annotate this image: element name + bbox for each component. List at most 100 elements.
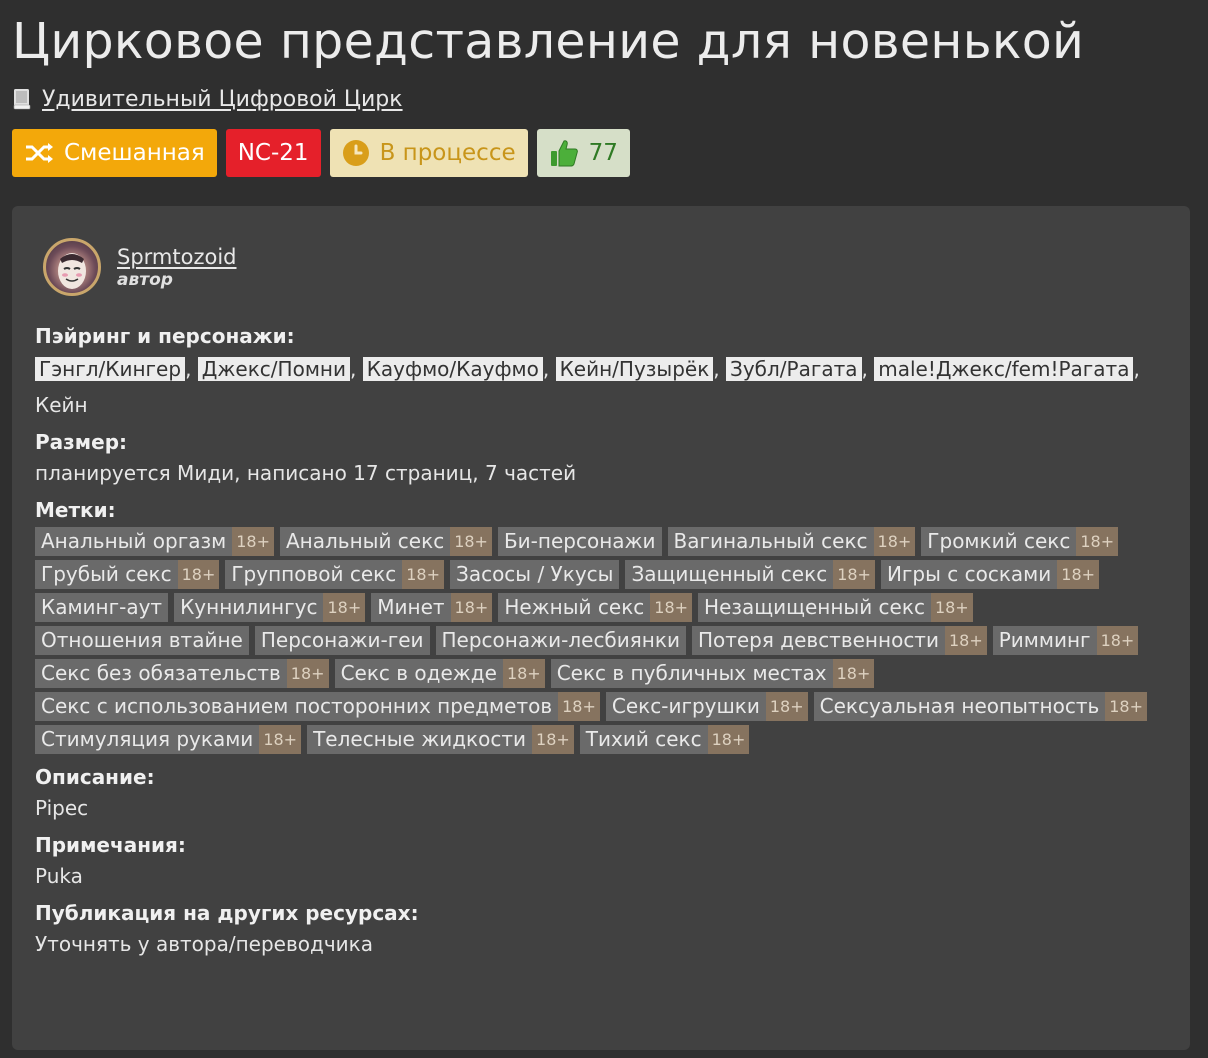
tag-name: Би-персонажи bbox=[497, 527, 662, 556]
description-heading: Описание: bbox=[35, 765, 155, 789]
tag-item[interactable]: Стимуляция руками 18+ bbox=[35, 725, 302, 754]
tags-section: Метки: Анальный оргазм 18+ Анальный секс 18… bbox=[35, 497, 1167, 754]
tag-age-badge: 18+ bbox=[450, 593, 493, 622]
tag-name: Защищенный секс bbox=[625, 560, 834, 589]
tag-name: Персонажи-геи bbox=[254, 626, 430, 655]
tag-item[interactable]: Телесные жидкости 18+ bbox=[307, 725, 574, 754]
tag-item[interactable]: Незащищенный секс 18+ bbox=[698, 593, 973, 622]
clock-icon bbox=[342, 140, 369, 166]
direction-badge[interactable]: Смешанная bbox=[12, 129, 217, 177]
tag-age-badge: 18+ bbox=[1076, 527, 1119, 556]
fanfic-info-panel: Sprmtozoid автор Пэйринг и персонажи: Гэ… bbox=[12, 206, 1190, 1050]
tags-list: Анальный оргазм 18+ Анальный секс 18+ Би-пер… bbox=[35, 527, 1167, 754]
tag-name: Анальный секс bbox=[280, 527, 451, 556]
tag-item[interactable]: Засосы / Укусы bbox=[450, 560, 620, 589]
likes-badge[interactable]: 77 bbox=[536, 129, 630, 177]
tags-heading: Метки: bbox=[35, 498, 116, 522]
tag-name: Телесные жидкости bbox=[307, 725, 533, 754]
tag-age-badge: 18+ bbox=[1105, 692, 1148, 721]
pairings-section: Пэйринг и персонажи: Гэнгл/Кингер, Джекс… bbox=[35, 323, 1167, 423]
tag-item[interactable]: Вагинальный секс 18+ bbox=[667, 527, 916, 556]
tag-name: Секс-игрушки bbox=[605, 692, 766, 721]
tag-item[interactable]: Секс в публичных местах 18+ bbox=[550, 659, 875, 688]
author-role: автор bbox=[117, 270, 173, 290]
tag-item[interactable]: Групповой секс 18+ bbox=[225, 560, 444, 589]
tag-item[interactable]: Куннилингус 18+ bbox=[174, 593, 366, 622]
pairing-link[interactable]: Зубл/Рагата bbox=[726, 357, 862, 381]
publication-section: Публикация на других ресурсах: Уточнять … bbox=[35, 900, 1167, 962]
tag-name: Секс в публичных местах bbox=[550, 659, 833, 688]
tag-age-badge: 18+ bbox=[532, 725, 574, 754]
tag-name: Игры с сосками bbox=[880, 560, 1058, 589]
tag-item[interactable]: Минет 18+ bbox=[371, 593, 493, 622]
tag-item[interactable]: Игры с сосками 18+ bbox=[880, 560, 1100, 589]
pairing-link[interactable]: Гэнгл/Кингер bbox=[35, 357, 186, 381]
tag-age-badge: 18+ bbox=[873, 527, 916, 556]
rating-badge[interactable]: NC-21 bbox=[225, 129, 321, 177]
likes-count: 77 bbox=[588, 140, 618, 166]
tag-item[interactable]: Римминг 18+ bbox=[992, 626, 1139, 655]
tag-item[interactable]: Секс в одежде 18+ bbox=[334, 659, 545, 688]
direction-label: Смешанная bbox=[64, 140, 205, 166]
tag-item[interactable]: Отношения втайне bbox=[35, 626, 249, 655]
tag-name: Секс в одежде bbox=[334, 659, 503, 688]
pairings-heading: Пэйринг и персонажи: bbox=[35, 324, 295, 348]
tag-name: Тихий секс bbox=[579, 725, 708, 754]
tag-item[interactable]: Анальный секс 18+ bbox=[280, 527, 492, 556]
tag-name: Римминг bbox=[992, 626, 1097, 655]
tag-item[interactable]: Сексуальная неопытность 18+ bbox=[813, 692, 1148, 721]
tag-name: Потеря девственности bbox=[691, 626, 945, 655]
tag-age-badge: 18+ bbox=[177, 560, 220, 589]
tag-item[interactable]: Тихий секс 18+ bbox=[579, 725, 750, 754]
tag-item[interactable]: Би-персонажи bbox=[497, 527, 662, 556]
tag-item[interactable]: Защищенный секс 18+ bbox=[625, 560, 875, 589]
tag-name: Вагинальный секс bbox=[667, 527, 874, 556]
pairing-link[interactable]: Кейн/Пузырёк bbox=[555, 357, 714, 381]
tag-name: Сексуальная неопытность bbox=[813, 692, 1106, 721]
tag-item[interactable]: Анальный оргазм 18+ bbox=[35, 527, 274, 556]
tag-item[interactable]: Потеря девственности 18+ bbox=[691, 626, 987, 655]
tag-age-badge: 18+ bbox=[232, 527, 274, 556]
pairing-link[interactable]: male!Джекс/fem!Рагата bbox=[874, 357, 1134, 381]
tag-item[interactable]: Громкий секс 18+ bbox=[921, 527, 1119, 556]
pairing-link[interactable]: Джекс/Помни bbox=[197, 357, 350, 381]
tag-age-badge: 18+ bbox=[650, 593, 693, 622]
tag-age-badge: 18+ bbox=[323, 593, 366, 622]
size-section: Размер: планируется Миди, написано 17 ст… bbox=[35, 429, 1167, 491]
author-name-link[interactable]: Sprmtozoid bbox=[117, 244, 237, 270]
fandom-link[interactable]: Удивительный Цифровой Цирк bbox=[42, 87, 403, 112]
tag-name: Куннилингус bbox=[174, 593, 324, 622]
status-badge[interactable]: В процессе bbox=[329, 129, 528, 177]
tag-item[interactable]: Нежный секс 18+ bbox=[498, 593, 693, 622]
tag-item[interactable]: Каминг-аут bbox=[35, 593, 169, 622]
author-block: Sprmtozoid автор bbox=[43, 236, 1167, 298]
tag-item[interactable]: Секс без обязательств 18+ bbox=[35, 659, 329, 688]
tag-item[interactable]: Секс-игрушки 18+ bbox=[605, 692, 808, 721]
status-label: В процессе bbox=[379, 140, 516, 166]
size-heading: Размер: bbox=[35, 430, 128, 454]
shuffle-icon bbox=[26, 143, 53, 163]
fanfic-header-page: Цирковое представление для новенькой Уди… bbox=[0, 0, 1208, 1058]
tag-name: Отношения втайне bbox=[35, 626, 249, 655]
tag-name: Секс без обязательств bbox=[35, 659, 287, 688]
tag-age-badge: 18+ bbox=[286, 659, 329, 688]
tag-item[interactable]: Секс с использованием посторонних предме… bbox=[35, 692, 600, 721]
tag-age-badge: 18+ bbox=[930, 593, 973, 622]
author-info: Sprmtozoid автор bbox=[117, 244, 237, 290]
tag-name: Незащищенный секс bbox=[698, 593, 931, 622]
tag-item[interactable]: Персонажи-геи bbox=[254, 626, 430, 655]
tag-item[interactable]: Персонажи-лесбиянки bbox=[435, 626, 686, 655]
tag-name: Грубый секс bbox=[35, 560, 178, 589]
size-text: планируется Миди, написано 17 страниц, 7… bbox=[35, 461, 577, 485]
tag-name: Каминг-аут bbox=[35, 593, 169, 622]
fandom-row: Удивительный Цифровой Цирк bbox=[12, 84, 1196, 114]
tag-name: Минет bbox=[371, 593, 451, 622]
notes-section: Примечания: Puka bbox=[35, 832, 1167, 894]
tag-age-badge: 18+ bbox=[765, 692, 808, 721]
tag-age-badge: 18+ bbox=[944, 626, 987, 655]
pairing-link[interactable]: Кауфмо/Кауфмо bbox=[362, 357, 543, 381]
avatar[interactable] bbox=[43, 238, 101, 296]
tag-item[interactable]: Грубый секс 18+ bbox=[35, 560, 220, 589]
tag-age-badge: 18+ bbox=[832, 659, 875, 688]
tag-name: Нежный секс bbox=[498, 593, 651, 622]
